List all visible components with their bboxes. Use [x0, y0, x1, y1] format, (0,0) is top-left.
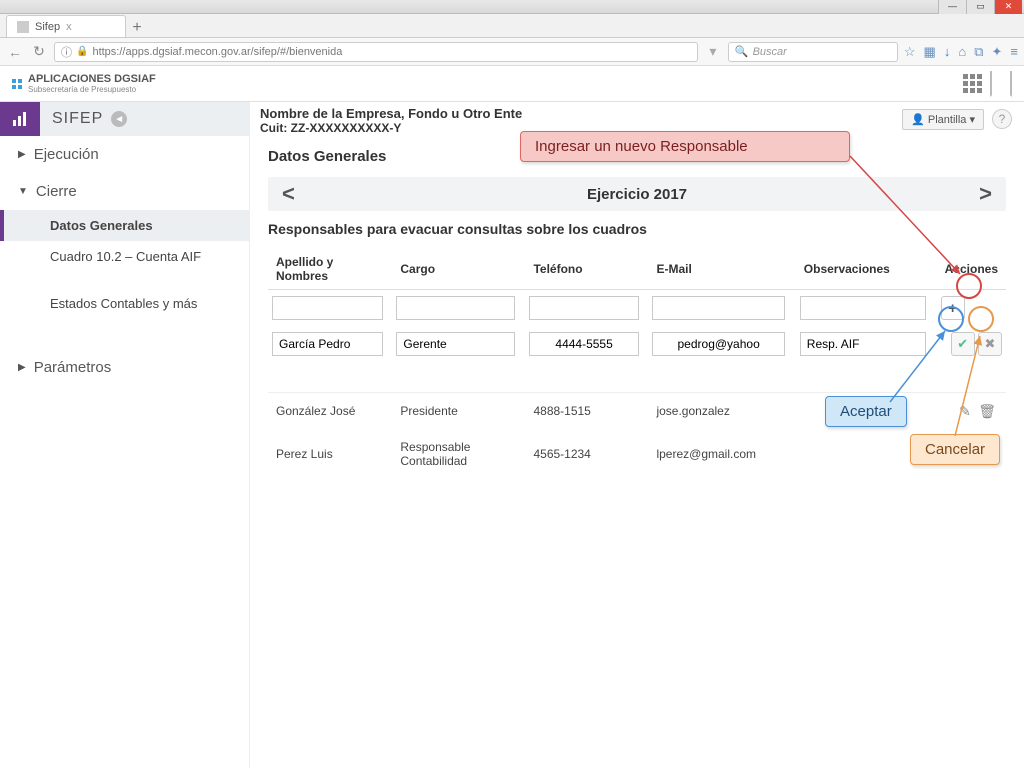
grid-icon[interactable]: ▦ — [924, 44, 936, 60]
brand: APLICACIONES DGSIAF Subsecretaría de Pre… — [12, 73, 156, 94]
subnav-datos-generales[interactable]: Datos Generales — [0, 210, 249, 241]
new-obs-input[interactable] — [800, 296, 926, 320]
module-name: SIFEP — [52, 110, 103, 128]
col-cargo: Cargo — [392, 249, 525, 290]
cancel-button[interactable]: ✖ — [978, 332, 1002, 356]
menu-icon[interactable]: ≡ — [1010, 44, 1018, 60]
help-button[interactable]: ? — [992, 109, 1012, 129]
toolbar-icons: ☆ ▦ ↓ ⌂ ⧉ ✦ ≡ — [904, 44, 1018, 60]
module-back-icon[interactable]: ◄ — [111, 111, 127, 127]
ring-cancel — [968, 306, 994, 332]
bookmark-icon[interactable] — [990, 71, 1012, 97]
plantilla-button[interactable]: 👤 Plantilla ▾ — [902, 109, 984, 130]
browser-search[interactable]: 🔍 Buscar — [728, 42, 898, 62]
callout-cancelar: Cancelar — [910, 434, 1000, 465]
browser-toolbar: ← ↻ ⓘ 🔒 https://apps.dgsiaf.mecon.gov.ar… — [0, 38, 1024, 66]
new-nombre-input[interactable] — [272, 296, 383, 320]
brand-line1: APLICACIONES DGSIAF — [28, 73, 156, 85]
nav-back-icon[interactable]: ← — [6, 43, 24, 61]
favicon — [17, 21, 29, 33]
edit-row: ✔ ✖ — [268, 326, 1006, 362]
accept-button[interactable]: ✔ — [951, 332, 975, 356]
cell-email: jose.gonzalez — [648, 392, 795, 430]
delete-icon[interactable]: 🗑 — [976, 403, 998, 419]
tab-title: Sifep — [35, 21, 60, 33]
dropdown-icon[interactable]: ▾ — [704, 43, 722, 61]
ext2-icon[interactable]: ✦ — [992, 44, 1003, 60]
edit-telefono-input[interactable] — [529, 332, 638, 356]
edit-cargo-input[interactable] — [396, 332, 515, 356]
callout-aceptar: Aceptar — [825, 396, 907, 427]
ext1-icon[interactable]: ⧉ — [974, 44, 983, 60]
cell-cargo: Presidente — [392, 392, 525, 430]
download-icon[interactable]: ↓ — [944, 44, 951, 60]
col-nombre: Apellido y Nombres — [268, 249, 392, 290]
period-next[interactable]: > — [973, 181, 998, 207]
window-titlebar: — ▭ ✕ — [0, 0, 1024, 14]
search-placeholder: Buscar — [753, 46, 787, 58]
app-header: APLICACIONES DGSIAF Subsecretaría de Pre… — [0, 66, 1024, 102]
col-obs: Observaciones — [796, 249, 937, 290]
home-icon[interactable]: ⌂ — [958, 44, 966, 60]
col-telefono: Teléfono — [525, 249, 648, 290]
nav-parametros[interactable]: ▶Parámetros — [0, 349, 249, 386]
app-subheader: SIFEP ◄ Nombre de la Empresa, Fondo u Ot… — [0, 102, 1024, 136]
company-name: Nombre de la Empresa, Fondo u Otro Ente — [260, 106, 892, 121]
new-email-input[interactable] — [652, 296, 784, 320]
new-row: + — [268, 290, 1006, 327]
new-cargo-input[interactable] — [396, 296, 515, 320]
sidebar: ▶Ejecución ▼Cierre Datos Generales Cuadr… — [0, 136, 250, 768]
subnav-estados[interactable]: Estados Contables y más — [0, 288, 249, 319]
col-email: E-Mail — [648, 249, 795, 290]
info-icon: ⓘ — [61, 44, 72, 60]
window-close[interactable]: ✕ — [994, 0, 1022, 14]
browser-tab[interactable]: Sifep x — [6, 15, 126, 37]
edit-icon[interactable]: ✎ — [957, 403, 973, 419]
period-label: Ejercicio 2017 — [587, 186, 687, 203]
nav-cierre[interactable]: ▼Cierre — [0, 173, 249, 210]
subsection-title: Responsables para evacuar consultas sobr… — [268, 221, 1006, 237]
cell-nombre: Perez Luis — [268, 430, 392, 478]
star-icon[interactable]: ☆ — [904, 44, 916, 60]
search-icon: 🔍 — [735, 45, 749, 58]
window-minimize[interactable]: — — [938, 0, 966, 14]
cell-telefono: 4565-1234 — [525, 430, 648, 478]
window-maximize[interactable]: ▭ — [966, 0, 994, 14]
ring-accept — [938, 306, 964, 332]
cell-nombre: González José — [268, 392, 392, 430]
period-selector: < Ejercicio 2017 > — [268, 177, 1006, 211]
cell-cargo: Responsable Contabilidad — [392, 430, 525, 478]
tab-close-icon[interactable]: x — [66, 21, 72, 33]
content: Datos Generales < Ejercicio 2017 > Respo… — [250, 136, 1024, 768]
edit-nombre-input[interactable] — [272, 332, 383, 356]
period-prev[interactable]: < — [276, 181, 301, 207]
user-icon: 👤 — [911, 114, 925, 126]
cell-email: lperez@gmail.com — [648, 430, 795, 478]
edit-email-input[interactable] — [652, 332, 784, 356]
browser-tabbar: Sifep x + — [0, 14, 1024, 38]
responsables-table: Apellido y Nombres Cargo Teléfono E-Mail… — [268, 249, 1006, 478]
edit-obs-input[interactable] — [800, 332, 926, 356]
module-icon[interactable] — [0, 102, 40, 136]
url-text: https://apps.dgsiaf.mecon.gov.ar/sifep/#… — [92, 46, 342, 58]
url-bar[interactable]: ⓘ 🔒 https://apps.dgsiaf.mecon.gov.ar/sif… — [54, 42, 698, 62]
nav-reload-icon[interactable]: ↻ — [30, 43, 48, 61]
callout-nuevo: Ingresar un nuevo Responsable — [520, 131, 850, 162]
lock-icon: 🔒 — [76, 46, 88, 57]
new-telefono-input[interactable] — [529, 296, 638, 320]
subnav-cuadro102[interactable]: Cuadro 10.2 – Cuenta AIF — [0, 241, 249, 272]
module-bar[interactable]: SIFEP ◄ — [40, 102, 250, 136]
cell-telefono: 4888-1515 — [525, 392, 648, 430]
nav-ejecucion[interactable]: ▶Ejecución — [0, 136, 249, 173]
apps-grid-icon[interactable] — [963, 74, 982, 93]
brand-line2: Subsecretaría de Presupuesto — [28, 85, 156, 94]
new-tab-button[interactable]: + — [126, 19, 148, 37]
table-row: Perez Luis Responsable Contabilidad 4565… — [268, 430, 1006, 478]
ring-add — [956, 273, 982, 299]
